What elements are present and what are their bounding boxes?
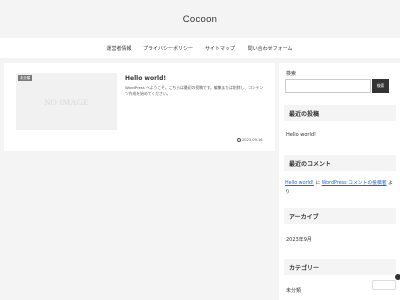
category-label: 未分類 bbox=[18, 75, 33, 81]
comment-post-link[interactable]: Hello world! bbox=[285, 181, 314, 186]
search-input[interactable] bbox=[285, 79, 371, 93]
search-button[interactable]: 検索 bbox=[372, 79, 389, 93]
entry-snippet: WordPress へようこそ。こちらは最初の投稿です。編集または削除し、コンテ… bbox=[125, 85, 264, 96]
no-image-placeholder: NO IMAGE bbox=[44, 96, 89, 107]
go-top-icon bbox=[395, 274, 400, 280]
site-header: Cocoon bbox=[0, 0, 400, 38]
nav-item-about[interactable]: 運営者情報 bbox=[101, 45, 137, 52]
nav-item-privacy-policy[interactable]: プライバシーポリシー bbox=[137, 45, 199, 52]
entry-card[interactable]: NO IMAGE 未分類 Hello world! WordPress へようこ… bbox=[16, 73, 266, 142]
entry-date: 2023.09.16 bbox=[237, 138, 263, 142]
search-widget-title: 検索 bbox=[286, 71, 297, 77]
entry-thumbnail: NO IMAGE 未分類 bbox=[16, 73, 117, 130]
archive-link[interactable]: 2023年9月 bbox=[286, 236, 312, 243]
go-to-top-button[interactable] bbox=[368, 272, 400, 300]
archives-title: アーカイブ bbox=[284, 208, 396, 224]
comment-connector: に bbox=[313, 181, 322, 186]
site-title[interactable]: Cocoon bbox=[183, 14, 218, 25]
recent-comment-item: Hello world! に WordPress コメントの投稿者 より bbox=[285, 179, 395, 197]
recent-comments-title: 最近のコメント bbox=[284, 155, 396, 171]
nav-item-contact-form[interactable]: 問い合わせフォーム bbox=[241, 45, 299, 52]
category-link[interactable]: 未分類 bbox=[286, 287, 301, 294]
recent-post-link[interactable]: Hello world! bbox=[286, 132, 316, 138]
main-content: NO IMAGE 未分類 Hello world! WordPress へようこ… bbox=[4, 63, 275, 151]
sidebar: 検索 検索 最近の投稿 Hello world! 最近のコメント Hello w… bbox=[279, 63, 400, 300]
recent-posts-title: 最近の投稿 bbox=[284, 105, 396, 121]
global-nav: 運営者情報 プライバシーポリシー サイトマップ 問い合わせフォーム bbox=[0, 38, 400, 58]
clock-icon bbox=[237, 138, 241, 142]
nav-item-sitemap[interactable]: サイトマップ bbox=[199, 45, 241, 52]
entry-date-text: 2023.09.16 bbox=[242, 138, 263, 142]
entry-title: Hello world! bbox=[125, 75, 167, 82]
comment-author-link[interactable]: WordPress コメントの投稿者 bbox=[322, 181, 387, 186]
go-top-panel bbox=[372, 280, 396, 290]
